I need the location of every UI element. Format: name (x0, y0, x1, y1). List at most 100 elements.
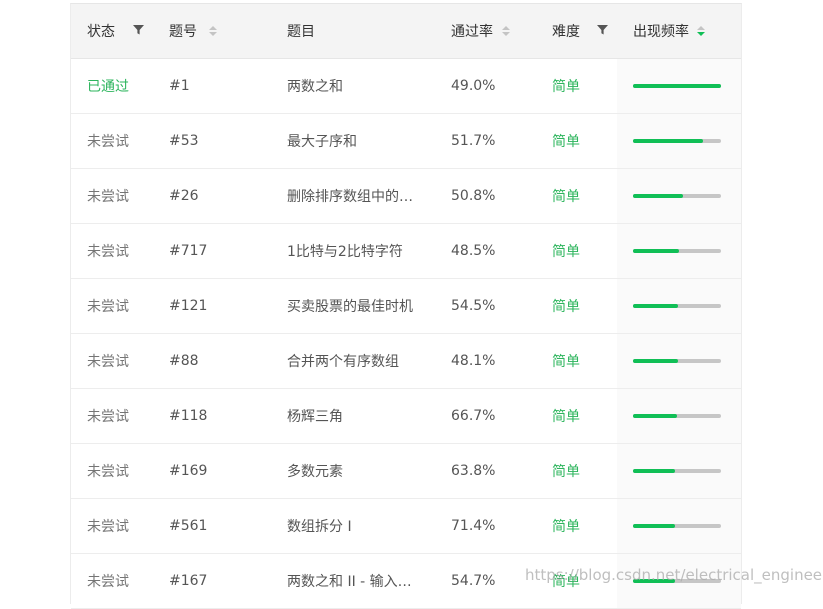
title-cell[interactable]: 两数之和 (287, 59, 437, 113)
acceptance-rate: 63.8% (451, 463, 496, 479)
table-row[interactable]: 未尝试 #26 删除排序数组中的… 50.8% 简单 (71, 169, 741, 224)
table-row[interactable]: 未尝试 #88 合并两个有序数组 48.1% 简单 (71, 334, 741, 389)
status-cell: 未尝试 (87, 279, 167, 333)
difficulty-cell: 简单 (552, 279, 622, 333)
status-cell: 已通过 (87, 59, 167, 113)
title-cell[interactable]: 1比特与2比特字符 (287, 224, 437, 278)
title-cell[interactable]: 数组拆分 I (287, 499, 437, 553)
table-row[interactable]: 未尝试 #167 两数之和 II - 输入… 54.7% 简单 (71, 554, 741, 609)
difficulty-label: 简单 (552, 519, 580, 535)
rate-cell: 49.0% (451, 59, 541, 113)
id-cell: #88 (169, 334, 279, 388)
problem-title-link[interactable]: 两数之和 II - 输入… (287, 571, 412, 591)
title-cell[interactable]: 删除排序数组中的… (287, 169, 437, 223)
acceptance-rate: 54.7% (451, 573, 496, 589)
rate-cell: 48.1% (451, 334, 541, 388)
rate-cell: 54.7% (451, 554, 541, 608)
acceptance-rate: 51.7% (451, 133, 496, 149)
difficulty-label: 简单 (552, 354, 580, 370)
header-frequency-label: 出现频率 (633, 24, 689, 40)
problem-table: 状态 题号 题目 通过率 难度 出现频率 已通过 #1 两数之和 49.0% 简… (70, 3, 742, 609)
frequency-bar (633, 194, 721, 198)
problem-id: #26 (169, 188, 199, 204)
status-label: 未尝试 (87, 574, 129, 590)
id-cell: #53 (169, 114, 279, 168)
problem-title-link[interactable]: 杨辉三角 (287, 406, 343, 426)
difficulty-label: 简单 (552, 464, 580, 480)
difficulty-cell: 简单 (552, 114, 622, 168)
frequency-bar (633, 249, 721, 253)
table-row[interactable]: 未尝试 #169 多数元素 63.8% 简单 (71, 444, 741, 499)
header-rate[interactable]: 通过率 (451, 4, 541, 58)
header-rate-label: 通过率 (451, 24, 493, 40)
status-label: 未尝试 (87, 244, 129, 260)
header-frequency[interactable]: 出现频率 (617, 4, 741, 58)
frequency-bar-fill (633, 194, 683, 198)
problem-title-link[interactable]: 合并两个有序数组 (287, 351, 399, 371)
header-difficulty[interactable]: 难度 (552, 4, 622, 58)
title-cell[interactable]: 杨辉三角 (287, 389, 437, 443)
table-row[interactable]: 已通过 #1 两数之和 49.0% 简单 (71, 59, 741, 114)
title-cell[interactable]: 最大子序和 (287, 114, 437, 168)
title-cell[interactable]: 多数元素 (287, 444, 437, 498)
table-row[interactable]: 未尝试 #561 数组拆分 I 71.4% 简单 (71, 499, 741, 554)
frequency-cell (617, 389, 741, 443)
problem-title-link[interactable]: 删除排序数组中的… (287, 186, 413, 206)
title-cell[interactable]: 买卖股票的最佳时机 (287, 279, 437, 333)
frequency-bar (633, 414, 721, 418)
table-row[interactable]: 未尝试 #53 最大子序和 51.7% 简单 (71, 114, 741, 169)
filter-icon[interactable] (597, 23, 608, 39)
difficulty-cell: 简单 (552, 59, 622, 113)
table-header: 状态 题号 题目 通过率 难度 出现频率 (71, 4, 741, 59)
problem-id: #169 (169, 463, 208, 479)
id-cell: #1 (169, 59, 279, 113)
problem-title-link[interactable]: 买卖股票的最佳时机 (287, 296, 413, 316)
status-cell: 未尝试 (87, 554, 167, 608)
frequency-cell (617, 59, 741, 113)
header-status[interactable]: 状态 (87, 4, 167, 58)
id-cell: #561 (169, 499, 279, 553)
table-row[interactable]: 未尝试 #717 1比特与2比特字符 48.5% 简单 (71, 224, 741, 279)
difficulty-label: 简单 (552, 574, 580, 590)
problem-title-link[interactable]: 1比特与2比特字符 (287, 241, 403, 261)
header-id[interactable]: 题号 (169, 4, 279, 58)
rate-cell: 63.8% (451, 444, 541, 498)
rate-cell: 71.4% (451, 499, 541, 553)
title-cell[interactable]: 两数之和 II - 输入… (287, 554, 437, 608)
frequency-bar (633, 469, 721, 473)
frequency-bar-fill (633, 304, 678, 308)
title-cell[interactable]: 合并两个有序数组 (287, 334, 437, 388)
difficulty-cell: 简单 (552, 499, 622, 553)
filter-icon[interactable] (133, 23, 144, 39)
id-cell: #169 (169, 444, 279, 498)
id-cell: #118 (169, 389, 279, 443)
difficulty-cell: 简单 (552, 444, 622, 498)
id-cell: #167 (169, 554, 279, 608)
problem-title-link[interactable]: 最大子序和 (287, 131, 357, 151)
sort-icon[interactable] (502, 26, 510, 36)
frequency-bar (633, 139, 721, 143)
frequency-bar-fill (633, 249, 679, 253)
frequency-cell (617, 499, 741, 553)
frequency-cell (617, 169, 741, 223)
difficulty-cell: 简单 (552, 389, 622, 443)
acceptance-rate: 54.5% (451, 298, 496, 314)
frequency-bar (633, 84, 721, 88)
frequency-cell (617, 279, 741, 333)
status-label: 未尝试 (87, 299, 129, 315)
status-cell: 未尝试 (87, 444, 167, 498)
rate-cell: 51.7% (451, 114, 541, 168)
status-label: 未尝试 (87, 354, 129, 370)
status-cell: 未尝试 (87, 114, 167, 168)
table-row[interactable]: 未尝试 #118 杨辉三角 66.7% 简单 (71, 389, 741, 444)
difficulty-cell: 简单 (552, 169, 622, 223)
sort-icon[interactable] (209, 26, 217, 36)
problem-title-link[interactable]: 多数元素 (287, 461, 343, 481)
acceptance-rate: 48.5% (451, 243, 496, 259)
difficulty-label: 简单 (552, 299, 580, 315)
sort-desc-active-icon[interactable] (697, 26, 705, 36)
problem-title-link[interactable]: 数组拆分 I (287, 516, 352, 536)
frequency-bar-fill (633, 84, 721, 88)
problem-title-link[interactable]: 两数之和 (287, 76, 343, 96)
table-row[interactable]: 未尝试 #121 买卖股票的最佳时机 54.5% 简单 (71, 279, 741, 334)
